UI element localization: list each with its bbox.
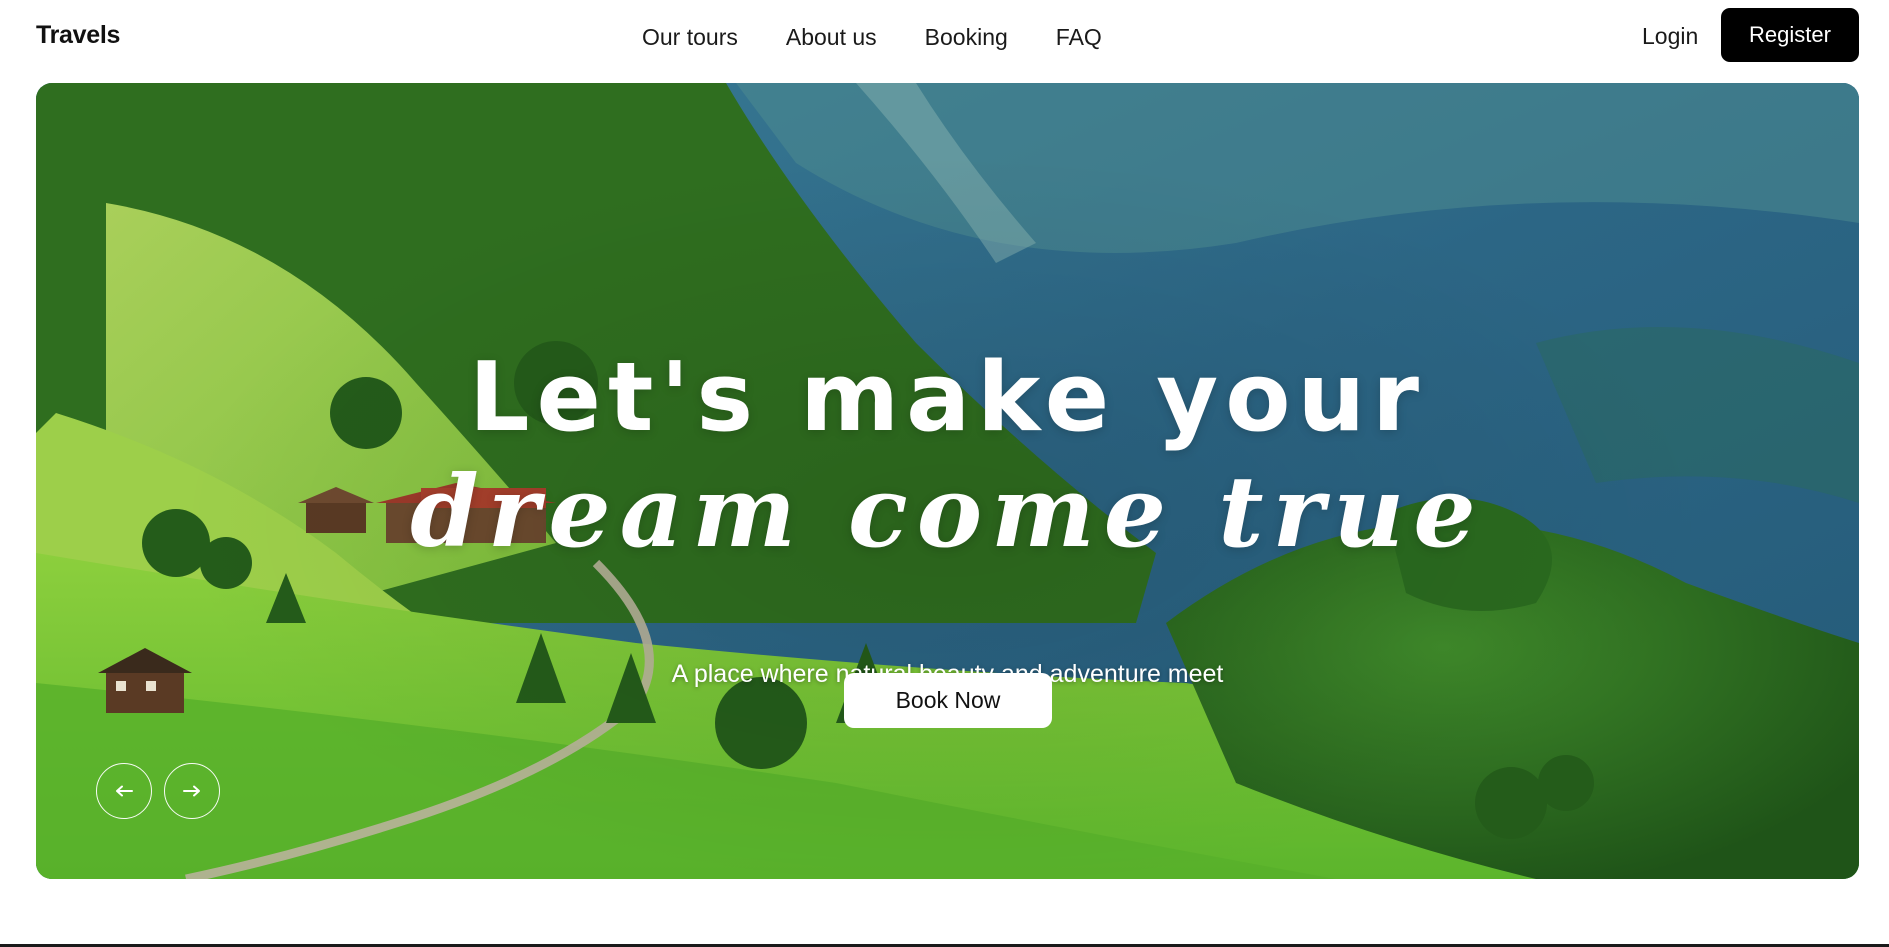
hero-title-line-2: dream come true: [410, 455, 1485, 570]
arrow-right-icon: [183, 785, 200, 797]
nav-item-our-tours[interactable]: Our tours: [642, 20, 738, 54]
hero-title-line-1: Let's make your: [469, 343, 1426, 453]
arrow-left-icon: [116, 785, 133, 797]
nav-item-about-us[interactable]: About us: [786, 20, 877, 54]
hero-banner: Let's make your dream come true A place …: [36, 83, 1859, 879]
brand-logo[interactable]: Travels: [36, 18, 120, 52]
nav-item-faq[interactable]: FAQ: [1056, 20, 1102, 54]
site-header: Travels Our tours About us Booking FAQ L…: [0, 0, 1889, 83]
login-link[interactable]: Login: [1642, 19, 1698, 53]
carousel-prev-button[interactable]: [96, 763, 152, 819]
register-button[interactable]: Register: [1721, 8, 1859, 62]
book-now-button[interactable]: Book Now: [844, 673, 1052, 728]
main-nav: Our tours About us Booking FAQ: [642, 20, 1102, 54]
carousel-next-button[interactable]: [164, 763, 220, 819]
nav-item-booking[interactable]: Booking: [925, 20, 1008, 54]
